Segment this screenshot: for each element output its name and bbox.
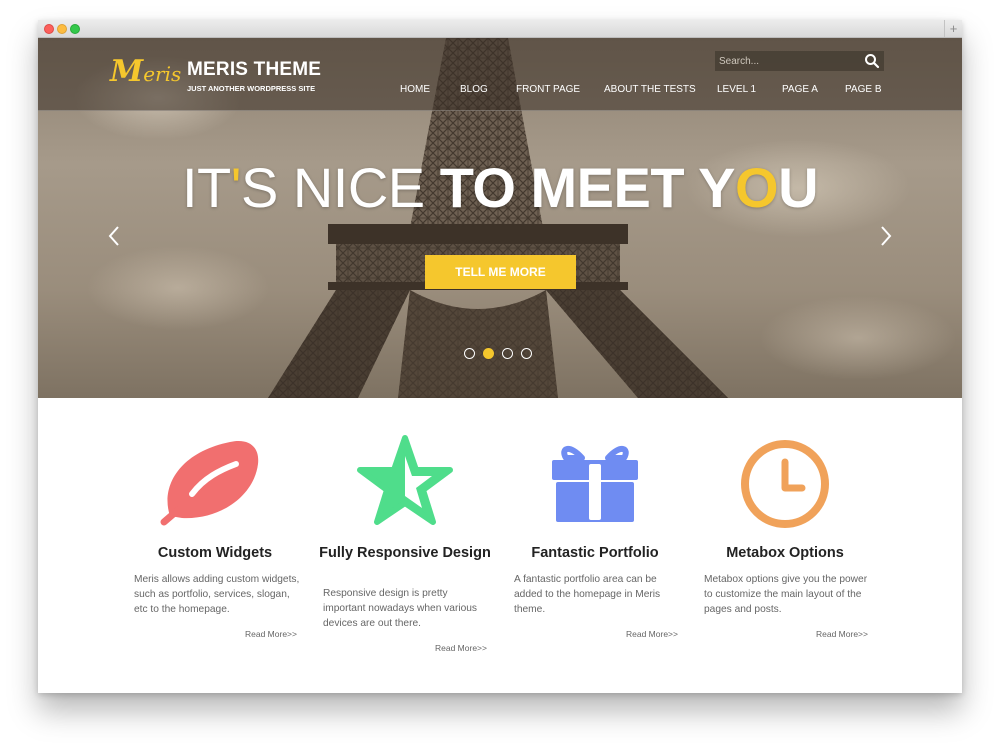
- feature-fully-responsive-design: Fully Responsive Design Responsive desig…: [310, 398, 500, 678]
- feature-text: Responsive design is pretty important no…: [323, 588, 478, 629]
- feature-metabox-options: Metabox Options Metabox options give you…: [690, 398, 880, 678]
- minimize-window-button[interactable]: [57, 24, 67, 34]
- feature-title: Fully Responsive Design: [319, 545, 491, 561]
- nav-item-home[interactable]: HOME: [400, 82, 430, 98]
- site-title[interactable]: MERIS THEME: [187, 58, 321, 82]
- feature-text: Meris allows adding custom widgets, such…: [134, 574, 300, 615]
- search-input[interactable]: [715, 51, 863, 71]
- browser-window: + Meris MERIS THEME JUST ANOTHER WORDPRE…: [38, 20, 962, 693]
- feature-title: Metabox Options: [726, 545, 844, 561]
- nav-item-level-1[interactable]: LEVEL 1: [717, 82, 756, 98]
- leaf-icon: [160, 440, 259, 526]
- nav-item-page-b[interactable]: PAGE B: [845, 82, 882, 98]
- maximize-window-button[interactable]: [70, 24, 80, 34]
- slider-next-arrow-icon[interactable]: [876, 224, 896, 248]
- slide-dot-1[interactable]: [464, 348, 475, 359]
- feature-text: Metabox options give you the power to cu…: [704, 574, 868, 615]
- headline-part1: IT: [181, 156, 231, 219]
- slide-dot-3[interactable]: [502, 348, 513, 359]
- headline-bold-yellow: O: [735, 156, 779, 219]
- nav-item-page-a[interactable]: PAGE A: [782, 82, 818, 98]
- read-more-link[interactable]: Read More>>: [435, 643, 487, 653]
- read-more-link[interactable]: Read More>>: [245, 629, 297, 639]
- browser-titlebar: +: [38, 20, 962, 38]
- main-nav: HOME BLOG FRONT PAGE ABOUT THE TESTS LEV…: [38, 82, 962, 98]
- hero-slider: Meris MERIS THEME JUST ANOTHER WORDPRESS…: [38, 38, 962, 398]
- read-more-link[interactable]: Read More>>: [626, 629, 678, 639]
- slider-prev-arrow-icon[interactable]: [104, 224, 124, 248]
- slider-pagination: [464, 348, 538, 360]
- close-window-button[interactable]: [44, 24, 54, 34]
- headline-apostrophe: ': [230, 156, 242, 219]
- star-icon: [357, 435, 453, 525]
- feature-title: Fantastic Portfolio: [531, 545, 659, 561]
- clock-icon: [741, 440, 829, 528]
- headline-bold2: U: [778, 156, 819, 219]
- headline-part2: S NICE: [240, 156, 440, 219]
- feature-fantastic-portfolio: Fantastic Portfolio A fantastic portfoli…: [500, 398, 690, 678]
- nav-item-about-the-tests[interactable]: ABOUT THE TESTS: [604, 82, 696, 98]
- feature-title: Custom Widgets: [157, 545, 273, 561]
- nav-item-front-page[interactable]: FRONT PAGE: [516, 82, 580, 98]
- slide-headline: IT'S NICE TO MEET YOU: [38, 156, 962, 220]
- slide-dot-2[interactable]: [483, 348, 494, 359]
- new-tab-button[interactable]: +: [944, 20, 962, 37]
- search-box: [715, 51, 884, 71]
- site-header: Meris MERIS THEME JUST ANOTHER WORDPRESS…: [38, 38, 962, 111]
- search-icon[interactable]: [864, 53, 880, 69]
- feature-text: A fantastic portfolio area can be added …: [514, 574, 661, 615]
- read-more-link[interactable]: Read More>>: [816, 629, 868, 639]
- tell-me-more-button[interactable]: TELL ME MORE: [425, 255, 576, 289]
- headline-bold1: TO MEET Y: [439, 156, 736, 219]
- nav-item-blog[interactable]: BLOG: [460, 82, 488, 98]
- gift-icon: [552, 446, 638, 522]
- feature-custom-widgets: Custom Widgets Meris allows adding custo…: [120, 398, 310, 678]
- slide-dot-4[interactable]: [521, 348, 532, 359]
